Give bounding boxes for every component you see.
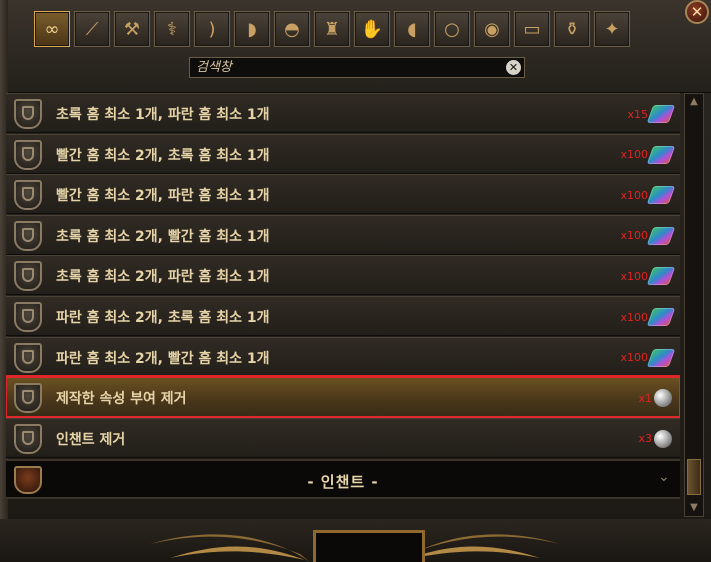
shield-icon[interactable]: ◗ <box>234 11 270 47</box>
chromatic-orb-icon <box>646 105 676 123</box>
recipe-row[interactable]: 초록 홈 최소 2개, 파란 홈 최소 1개 x100 <box>6 255 680 296</box>
chromatic-orb-icon <box>646 348 676 367</box>
recipe-cost: x100 <box>620 346 676 370</box>
scouring-orb-icon <box>654 429 672 448</box>
chromatic-orb-icon <box>646 145 676 164</box>
jewel-icon[interactable]: ✦ <box>594 11 630 47</box>
recipe-row[interactable]: 빨간 홈 최소 2개, 파란 홈 최소 1개 x100 <box>6 174 680 215</box>
crafting-shield-icon <box>14 180 42 211</box>
cost-quantity: x100 <box>620 351 648 365</box>
scroll-down-icon[interactable]: ▼ <box>686 501 702 515</box>
crafting-bench-window: ∞⟋⚒⚕)◗◓♜✋◖○◉▭⚱✦ ✕ ✕ 초록 홈 최소 1개, 파란 홈 최소 … <box>0 0 711 562</box>
crafting-shield-icon <box>14 99 42 129</box>
recipe-row[interactable]: 제작한 속성 부여 제거 x1 <box>6 375 680 420</box>
flask-icon[interactable]: ⚱ <box>554 11 590 47</box>
chevron-down-icon: ⌄ <box>658 469 670 485</box>
crafting-shield-icon <box>14 220 42 251</box>
recipe-row[interactable]: 빨간 홈 최소 2개, 초록 홈 최소 1개 x100 <box>6 133 680 174</box>
recipe-label: 제작한 속성 부여 제거 <box>56 391 187 408</box>
section-header-enchant[interactable]: - 인챈트 - ⌄ <box>6 459 680 499</box>
recipe-label: 초록 홈 최소 2개, 파란 홈 최소 1개 <box>56 269 270 286</box>
recipe-label: 인챈트 제거 <box>56 431 126 448</box>
chromatic-orb-icon <box>646 226 676 245</box>
recipe-row[interactable]: 파란 홈 최소 2개, 빨간 홈 최소 1개 x100 <box>6 336 680 377</box>
crafting-shield-icon <box>14 261 42 292</box>
claw-icon[interactable]: ⚕ <box>154 11 190 47</box>
recipe-cost: x100 <box>620 264 676 288</box>
recipe-cost: x100 <box>620 224 676 248</box>
amulet-icon[interactable]: ◉ <box>474 11 510 47</box>
recipe-label: 파란 홈 최소 2개, 초록 홈 최소 1개 <box>56 310 270 326</box>
belt-icon[interactable]: ▭ <box>514 11 550 47</box>
section-label: - 인챈트 - <box>307 473 379 491</box>
output-slot <box>313 530 425 562</box>
bow-icon[interactable]: ) <box>194 11 230 47</box>
scrollbar[interactable]: ▲ ▼ <box>684 93 704 517</box>
cost-quantity: x100 <box>620 310 648 324</box>
recipe-cost: x1 <box>638 386 672 410</box>
recipe-row[interactable]: 초록 홈 최소 1개, 파란 홈 최소 1개 x15 <box>6 93 680 133</box>
wand-icon[interactable]: ⟋ <box>74 11 110 47</box>
search-input[interactable] <box>190 58 496 77</box>
recipe-label: 초록 홈 최소 2개, 빨간 홈 최소 1개 <box>56 228 270 245</box>
recipe-cost: x100 <box>620 305 676 329</box>
crafting-shield-icon <box>14 383 42 414</box>
recipe-row[interactable]: 파란 홈 최소 2개, 초록 홈 최소 1개 x100 <box>6 296 680 336</box>
crafting-shield-icon <box>14 139 42 170</box>
gloves-icon[interactable]: ✋ <box>354 11 390 47</box>
ring-icon[interactable]: ○ <box>434 11 470 47</box>
boots-icon[interactable]: ◖ <box>394 11 430 47</box>
cost-quantity: x100 <box>620 148 648 162</box>
recipe-row[interactable]: 초록 홈 최소 2개, 빨간 홈 최소 1개 x100 <box>6 214 680 255</box>
crafting-shield-icon <box>14 423 42 454</box>
body-armour-icon[interactable]: ♜ <box>314 11 350 47</box>
chromatic-orb-icon <box>646 267 676 286</box>
scouring-orb-icon <box>654 389 672 408</box>
crafting-shield-icon <box>14 342 42 373</box>
crafting-shield-icon <box>14 302 42 332</box>
axe-icon[interactable]: ⚒ <box>114 11 150 47</box>
cost-quantity: x100 <box>620 188 648 202</box>
recipe-row[interactable]: 인챈트 제거 x3 <box>6 417 680 458</box>
search-box: ✕ <box>189 57 525 78</box>
cost-quantity: x100 <box>620 269 648 283</box>
item-category-tabs: ∞ ⟋ ⚒ ⚕) ◗ ◓ ♜ ✋ ◖ ○ ◉ ▭ ⚱ ✦ <box>34 11 630 47</box>
close-x-icon[interactable]: ✕ <box>685 0 709 24</box>
recipe-label: 파란 홈 최소 2개, 빨간 홈 최소 1개 <box>56 350 270 367</box>
cost-quantity: x15 <box>627 107 648 121</box>
recipe-label: 빨간 홈 최소 2개, 파란 홈 최소 1개 <box>56 188 270 205</box>
recipe-label: 초록 홈 최소 1개, 파란 홈 최소 1개 <box>56 107 270 123</box>
recipe-cost: x15 <box>627 102 676 126</box>
scroll-up-icon[interactable]: ▲ <box>686 95 702 109</box>
clear-search-icon[interactable]: ✕ <box>506 60 521 75</box>
helmet-icon[interactable]: ◓ <box>274 11 310 47</box>
recipe-cost: x100 <box>620 183 676 207</box>
cost-quantity: x3 <box>638 432 652 446</box>
infinity-icon[interactable]: ∞ <box>34 11 70 47</box>
recipe-cost: x100 <box>620 143 676 167</box>
cost-quantity: x1 <box>638 391 652 405</box>
chromatic-orb-icon <box>646 186 676 205</box>
recipe-list: 초록 홈 최소 1개, 파란 홈 최소 1개 x15 빨간 홈 최소 2개, 초록 … <box>6 93 680 519</box>
scrollbar-thumb[interactable] <box>687 459 701 495</box>
recipe-label: 빨간 홈 최소 2개, 초록 홈 최소 1개 <box>56 147 270 164</box>
chromatic-orb-icon <box>646 308 676 326</box>
cost-quantity: x100 <box>620 229 648 243</box>
recipe-cost: x3 <box>638 427 672 451</box>
